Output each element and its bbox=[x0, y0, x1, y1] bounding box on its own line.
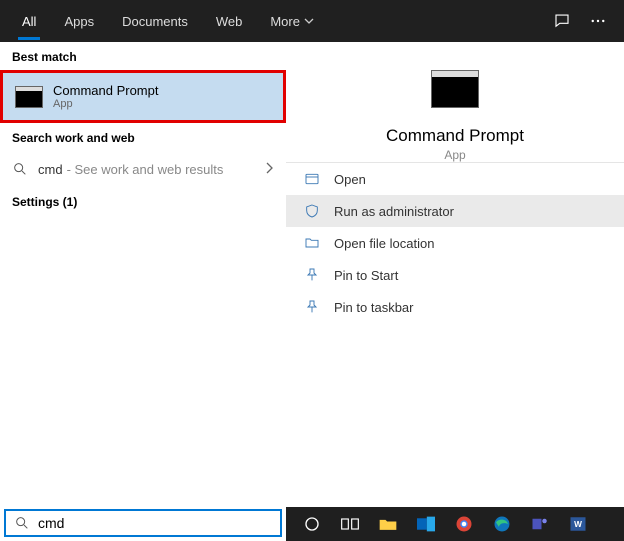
pin-icon bbox=[304, 267, 320, 283]
more-options-icon[interactable] bbox=[580, 0, 616, 42]
action-pin-to-taskbar[interactable]: Pin to taskbar bbox=[286, 291, 624, 323]
action-label: Open file location bbox=[334, 236, 434, 251]
chevron-down-icon bbox=[304, 14, 314, 29]
preview-title: Command Prompt bbox=[386, 126, 524, 146]
tab-web[interactable]: Web bbox=[202, 0, 257, 42]
search-hint: - See work and web results bbox=[67, 162, 224, 177]
taskbar-app-chrome[interactable] bbox=[448, 510, 480, 538]
action-label: Open bbox=[334, 172, 366, 187]
tab-more[interactable]: More bbox=[256, 0, 328, 42]
action-open[interactable]: Open bbox=[286, 163, 624, 195]
svg-text:W: W bbox=[574, 520, 582, 529]
chevron-right-icon bbox=[264, 162, 274, 177]
action-label: Run as administrator bbox=[334, 204, 454, 219]
folder-icon bbox=[304, 235, 320, 251]
action-open-file-location[interactable]: Open file location bbox=[286, 227, 624, 259]
preview-subtitle: App bbox=[444, 148, 465, 162]
tab-label: Apps bbox=[64, 14, 94, 29]
search-icon bbox=[14, 515, 30, 531]
tab-documents[interactable]: Documents bbox=[108, 0, 202, 42]
search-icon bbox=[12, 161, 28, 177]
action-label: Pin to Start bbox=[334, 268, 398, 283]
taskbar-app-word[interactable]: W bbox=[562, 510, 594, 538]
taskbar-app-edge[interactable] bbox=[486, 510, 518, 538]
tab-all[interactable]: All bbox=[8, 0, 50, 42]
tab-label: Documents bbox=[122, 14, 188, 29]
taskbar-task-view-icon[interactable] bbox=[334, 510, 366, 538]
search-web-row[interactable]: cmd - See work and web results bbox=[0, 151, 286, 187]
result-title: Command Prompt bbox=[53, 83, 158, 98]
taskbar: W bbox=[286, 507, 624, 541]
taskbar-app-explorer[interactable] bbox=[372, 510, 404, 538]
pin-icon bbox=[304, 299, 320, 315]
action-pin-to-start[interactable]: Pin to Start bbox=[286, 259, 624, 291]
best-match-header: Best match bbox=[0, 42, 286, 70]
tab-label: All bbox=[22, 14, 36, 29]
search-query: cmd bbox=[38, 162, 63, 177]
settings-row[interactable]: Settings (1) bbox=[0, 187, 286, 217]
taskbar-app-teams[interactable] bbox=[524, 510, 556, 538]
result-subtitle: App bbox=[53, 98, 158, 110]
tab-label: Web bbox=[216, 14, 243, 29]
command-prompt-icon bbox=[15, 86, 43, 108]
tab-label: More bbox=[270, 14, 300, 29]
search-input[interactable] bbox=[38, 515, 280, 531]
tab-apps[interactable]: Apps bbox=[50, 0, 108, 42]
search-input-container[interactable] bbox=[4, 509, 282, 537]
open-icon bbox=[304, 171, 320, 187]
admin-shield-icon bbox=[304, 203, 320, 219]
settings-label: Settings (1) bbox=[12, 195, 77, 209]
best-match-result[interactable]: Command Prompt App bbox=[0, 70, 286, 123]
action-label: Pin to taskbar bbox=[334, 300, 414, 315]
action-run-as-admin[interactable]: Run as administrator bbox=[286, 195, 624, 227]
preview-app-icon bbox=[431, 70, 479, 108]
taskbar-cortana-icon[interactable] bbox=[296, 510, 328, 538]
taskbar-app-outlook[interactable] bbox=[410, 510, 442, 538]
search-web-header: Search work and web bbox=[0, 123, 286, 151]
feedback-icon[interactable] bbox=[544, 0, 580, 42]
